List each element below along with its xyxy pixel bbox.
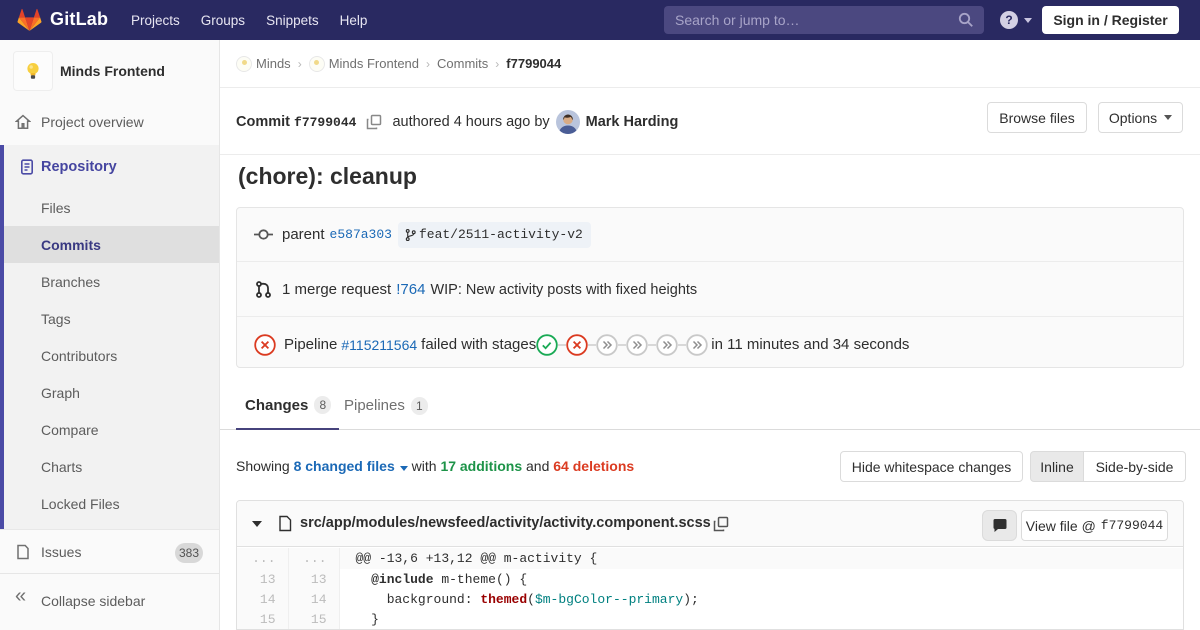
svg-text:?: ?	[1005, 13, 1012, 27]
